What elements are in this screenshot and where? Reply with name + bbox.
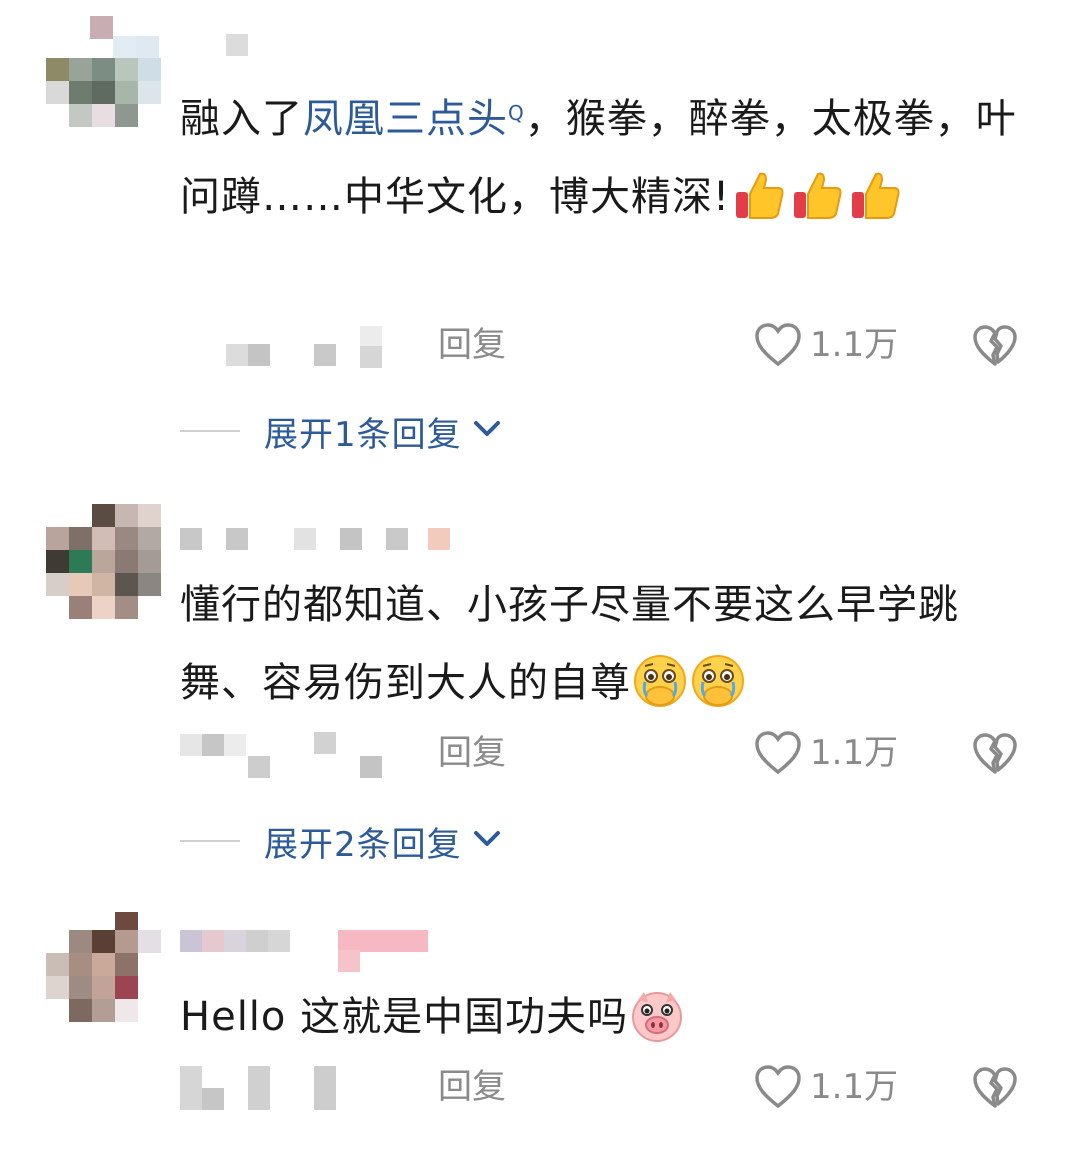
comment-meta: 回复 1.1万 bbox=[180, 320, 1040, 370]
heart-outline-icon bbox=[755, 1065, 801, 1109]
heart-outline-icon bbox=[755, 731, 801, 775]
timestamp-redacted bbox=[180, 734, 202, 756]
comment-text: 融入了凤凰三点头Q，猴拳，醉拳，太极拳，叶问蹲……中华文化，博大精深! bbox=[180, 80, 1020, 236]
dislike-button[interactable] bbox=[972, 324, 1018, 372]
comment-text: 懂行的都知道、小孩子尽量不要这么早学跳舞、容易伤到大人的自尊 bbox=[180, 566, 1020, 722]
search-mark-icon[interactable]: Q bbox=[508, 74, 525, 152]
expand-replies[interactable]: 展开1条回复 bbox=[180, 406, 502, 456]
timestamp-redacted bbox=[226, 344, 248, 366]
avatar[interactable] bbox=[46, 912, 161, 1024]
like-button[interactable]: 1.1万 bbox=[754, 1062, 898, 1112]
expand-replies-label: 展开1条回复 bbox=[264, 414, 462, 455]
like-button[interactable]: 1.1万 bbox=[754, 320, 898, 370]
timestamp-redacted bbox=[180, 1066, 202, 1110]
like-count: 1.1万 bbox=[810, 325, 899, 365]
comment-text-prefix: 融入了 bbox=[180, 96, 303, 142]
comment-text-body: 懂行的都知道、小孩子尽量不要这么早学跳舞、容易伤到大人的自尊 bbox=[180, 582, 959, 706]
thumbs-up-emoji-icon bbox=[788, 166, 846, 224]
reply-button[interactable]: 回复 bbox=[438, 320, 506, 370]
dislike-button[interactable] bbox=[972, 1066, 1018, 1114]
divider-line bbox=[180, 840, 240, 842]
holding-back-tears-emoji-icon bbox=[631, 652, 689, 710]
chevron-down-icon bbox=[472, 419, 502, 443]
like-count: 1.1万 bbox=[810, 1067, 899, 1107]
comment-meta: 回复 1.1万 bbox=[180, 728, 1040, 778]
comment-text-body: Hello 这就是中国功夫吗 bbox=[180, 994, 629, 1040]
holding-back-tears-emoji-icon bbox=[689, 652, 747, 710]
thumbs-up-emoji-icon bbox=[846, 166, 904, 224]
expand-replies[interactable]: 展开2条回复 bbox=[180, 816, 502, 866]
heart-outline-icon bbox=[755, 323, 801, 367]
comment-text: Hello 这就是中国功夫吗 bbox=[180, 978, 1020, 1056]
like-button[interactable]: 1.1万 bbox=[754, 728, 898, 778]
pig-face-emoji-icon bbox=[628, 986, 686, 1044]
expand-replies-label: 展开2条回复 bbox=[264, 824, 462, 865]
avatar[interactable] bbox=[46, 504, 161, 619]
reply-button[interactable]: 回复 bbox=[438, 728, 506, 778]
thumbs-up-emoji-icon bbox=[730, 166, 788, 224]
broken-heart-icon bbox=[973, 1067, 1017, 1108]
chevron-down-icon bbox=[472, 829, 502, 853]
dislike-button[interactable] bbox=[972, 732, 1018, 780]
broken-heart-icon bbox=[973, 733, 1017, 774]
divider-line bbox=[180, 430, 240, 432]
avatar[interactable] bbox=[46, 12, 161, 127]
like-count: 1.1万 bbox=[810, 733, 899, 773]
reply-button[interactable]: 回复 bbox=[438, 1062, 506, 1112]
broken-heart-icon bbox=[973, 325, 1017, 366]
search-link[interactable]: 凤凰三点头 bbox=[303, 96, 508, 142]
comment-meta: 回复 1.1万 bbox=[180, 1062, 1040, 1112]
